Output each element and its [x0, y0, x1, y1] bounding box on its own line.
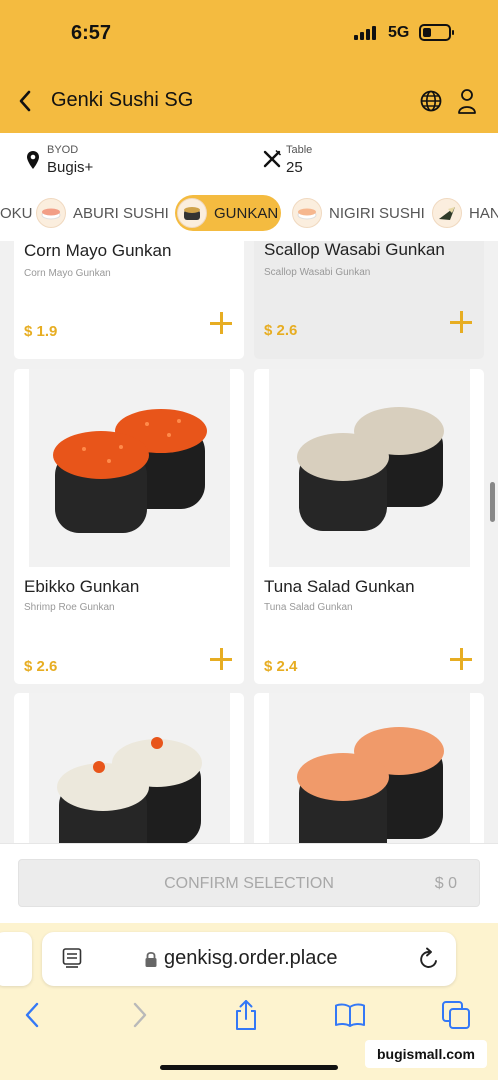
product-name: Ebikko Gunkan: [24, 577, 140, 596]
add-to-cart-button[interactable]: [450, 648, 472, 670]
previous-tab-preview[interactable]: [0, 932, 32, 986]
share-icon: [236, 1000, 256, 1030]
status-time: 6:57: [71, 22, 112, 44]
table-value: 25: [286, 159, 303, 176]
nigiri-sushi-thumb-icon: [292, 198, 322, 228]
order-info-bar: BYOD Bugis+ Table 25: [0, 133, 498, 185]
add-to-cart-button[interactable]: [210, 312, 232, 334]
product-photo: [269, 369, 470, 567]
home-indicator: [160, 1065, 338, 1070]
product-price: $ 1.9: [24, 323, 58, 340]
chevron-right-icon: [133, 1002, 147, 1028]
product-subtitle: Tuna Salad Gunkan: [264, 602, 353, 613]
browser-back-button[interactable]: [16, 999, 48, 1031]
product-photo: [29, 693, 230, 843]
product-card[interactable]: Tuna Salad Gunkan Tuna Salad Gunkan $ 2.…: [254, 369, 484, 684]
tab-label: GUNKAN: [214, 204, 279, 222]
cart-total: $ 0: [434, 875, 457, 892]
page-title: Genki Sushi SG: [51, 89, 194, 111]
back-button[interactable]: [12, 86, 38, 116]
tab-gunkan[interactable]: GUNKAN: [175, 195, 281, 231]
product-card[interactable]: Scallop Wasabi Gunkan Scallop Wasabi Gun…: [254, 241, 484, 359]
tab-han[interactable]: HAN: [432, 195, 498, 231]
signal-icon: [354, 26, 376, 40]
product-photo: [29, 369, 230, 567]
location-pin-icon: [27, 151, 39, 169]
product-card[interactable]: [14, 693, 244, 843]
app-header: 6:57 5G Genki Sushi SG: [0, 0, 498, 133]
tab-nigiri-sushi[interactable]: NIGIRI SUSHI: [292, 195, 425, 231]
product-card[interactable]: Ebikko Gunkan Shrimp Roe Gunkan $ 2.6: [14, 369, 244, 684]
cutlery-icon: [263, 149, 282, 168]
category-tabs: OKU ABURI SUSHI GUNKAN NIGIRI SUSHI HAN: [0, 185, 498, 241]
tab-label: HAN: [469, 204, 498, 222]
tab-oku[interactable]: OKU: [0, 195, 33, 231]
reader-icon[interactable]: [62, 947, 82, 969]
share-button[interactable]: [230, 999, 262, 1031]
product-name: Tuna Salad Gunkan: [264, 577, 415, 596]
product-name: Corn Mayo Gunkan: [24, 241, 172, 260]
user-icon: [458, 89, 476, 114]
aburi-sushi-thumb-icon: [36, 198, 66, 228]
address-bar[interactable]: genkisg.order.place: [42, 932, 456, 986]
book-icon: [335, 1003, 365, 1027]
watermark: bugismall.com: [365, 1040, 487, 1068]
tab-label: ABURI SUSHI: [73, 204, 169, 222]
tab-aburi-sushi[interactable]: ABURI SUSHI: [36, 195, 169, 231]
scrollbar[interactable]: [490, 482, 495, 522]
gunkan-thumb-icon: [177, 198, 207, 228]
product-subtitle: Corn Mayo Gunkan: [24, 268, 111, 279]
product-photo: [269, 693, 470, 843]
battery-icon: [419, 24, 454, 41]
location-label: BYOD: [47, 144, 79, 156]
tab-label: NIGIRI SUSHI: [329, 204, 425, 222]
product-card[interactable]: [254, 693, 484, 843]
account-button[interactable]: [456, 87, 478, 115]
network-label: 5G: [388, 24, 410, 41]
url-text: genkisg.order.place: [164, 947, 338, 969]
confirm-selection-button[interactable]: CONFIRM SELECTION $ 0: [18, 859, 480, 907]
tabs-button[interactable]: [440, 999, 472, 1031]
product-price: $ 2.4: [264, 658, 298, 675]
product-subtitle: Shrimp Roe Gunkan: [24, 602, 115, 613]
tabs-icon: [442, 1001, 470, 1029]
bookmarks-button[interactable]: [334, 999, 366, 1031]
hand-roll-thumb-icon: [432, 198, 462, 228]
product-name: Scallop Wasabi Gunkan: [264, 241, 445, 259]
reload-icon[interactable]: [418, 947, 440, 971]
add-to-cart-button[interactable]: [210, 648, 232, 670]
confirm-label: CONFIRM SELECTION: [164, 875, 334, 892]
tab-label: OKU: [0, 204, 33, 222]
lock-icon: [145, 951, 157, 967]
product-subtitle: Scallop Wasabi Gunkan: [264, 267, 371, 278]
product-price: $ 2.6: [264, 322, 298, 339]
product-grid: Corn Mayo Gunkan Corn Mayo Gunkan $ 1.9 …: [0, 241, 498, 843]
product-price: $ 2.6: [24, 658, 58, 675]
table-label: Table: [286, 144, 313, 156]
browser-forward-button[interactable]: [124, 999, 156, 1031]
location-value: Bugis+: [47, 159, 94, 176]
confirm-bar: CONFIRM SELECTION $ 0: [0, 843, 498, 923]
globe-icon: [420, 90, 442, 112]
chevron-left-icon: [25, 1002, 39, 1028]
chevron-left-icon: [19, 90, 31, 112]
language-button[interactable]: [419, 89, 443, 113]
add-to-cart-button[interactable]: [450, 311, 472, 333]
product-card[interactable]: Corn Mayo Gunkan Corn Mayo Gunkan $ 1.9: [14, 241, 244, 359]
